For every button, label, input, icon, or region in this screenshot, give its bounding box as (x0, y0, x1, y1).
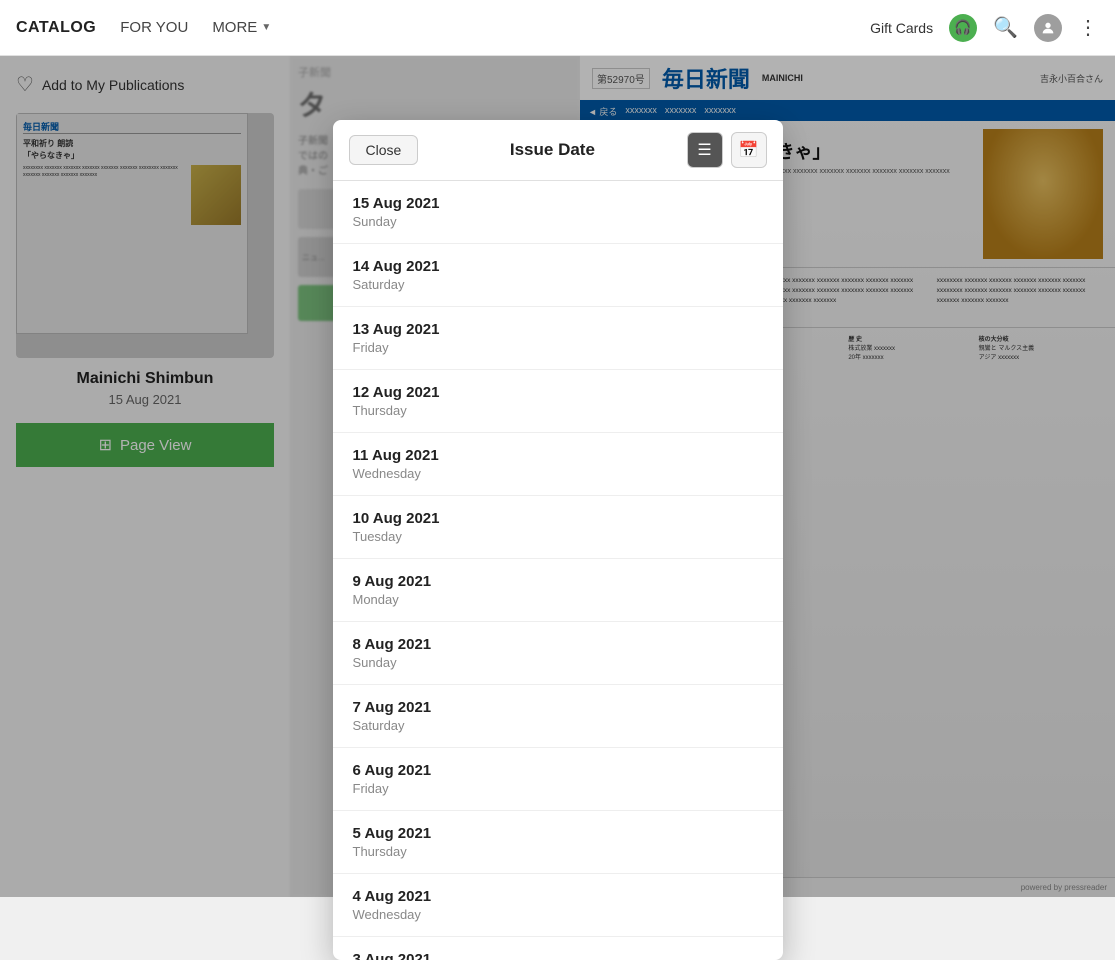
date-value: 5 Aug 2021 (353, 825, 763, 842)
date-value: 8 Aug 2021 (353, 636, 763, 653)
date-list-item[interactable]: 14 Aug 2021 Saturday (333, 244, 783, 307)
nav-for-you[interactable]: FOR YOU (120, 19, 188, 36)
day-value: Sunday (353, 655, 763, 670)
date-value: 11 Aug 2021 (353, 447, 763, 464)
date-list-item[interactable]: 9 Aug 2021 Monday (333, 559, 783, 622)
day-value: Wednesday (353, 466, 763, 481)
date-list-item[interactable]: 8 Aug 2021 Sunday (333, 622, 783, 685)
day-value: Monday (353, 592, 763, 607)
day-value: Tuesday (353, 529, 763, 544)
nav-catalog[interactable]: CATALOG (16, 19, 96, 37)
issue-date-modal: Close Issue Date ☰ 📅 15 Aug 2021 Sunday 14… (333, 120, 783, 960)
date-list-item[interactable]: 4 Aug 2021Wednesday (333, 874, 783, 937)
date-value: 13 Aug 2021 (353, 321, 763, 338)
day-value: Friday (353, 340, 763, 355)
navbar: CATALOG FOR YOU MORE ▼ Gift Cards 🎧 🔍 ⋮ (0, 0, 1115, 56)
date-list-item[interactable]: 10 Aug 2021 Tuesday (333, 496, 783, 559)
modal-body[interactable]: 15 Aug 2021 Sunday 14 Aug 2021 Saturday 13 A… (333, 181, 783, 960)
list-icon: ☰ (697, 140, 711, 160)
calendar-view-button[interactable]: 📅 (731, 132, 767, 168)
date-list-item[interactable]: 3 Aug 2021 (333, 937, 783, 960)
date-value: 14 Aug 2021 (353, 258, 763, 275)
day-value: Saturday (353, 718, 763, 733)
date-value: 3 Aug 2021 (353, 951, 763, 960)
headphone-icon: 🎧 (949, 14, 977, 42)
more-options-icon[interactable]: ⋮ (1078, 15, 1099, 40)
date-list-item[interactable]: 11 Aug 2021 Wednesday (333, 433, 783, 496)
chevron-down-icon: ▼ (261, 22, 271, 33)
date-list-item[interactable]: 7 Aug 2021 Saturday (333, 685, 783, 748)
close-button[interactable]: Close (349, 135, 419, 165)
list-view-button[interactable]: ☰ (687, 132, 723, 168)
modal-title: Issue Date (510, 140, 595, 160)
date-value: 9 Aug 2021 (353, 573, 763, 590)
main-content: ♡ Add to My Publications 毎日新聞 平和祈り 朗読「やら… (0, 56, 1115, 897)
modal-header: Close Issue Date ☰ 📅 (333, 120, 783, 181)
day-value: Sunday (353, 214, 763, 229)
modal-overlay: Close Issue Date ☰ 📅 15 Aug 2021 Sunday 14… (0, 56, 1115, 897)
date-value: 6 Aug 2021 (353, 762, 763, 779)
day-value: Thursday (353, 403, 763, 418)
date-value: 7 Aug 2021 (353, 699, 763, 716)
date-list-item[interactable]: 15 Aug 2021 Sunday (333, 181, 783, 244)
day-value: Saturday (353, 277, 763, 292)
date-value: 12 Aug 2021 (353, 384, 763, 401)
date-list-item[interactable]: 6 Aug 2021 Friday (333, 748, 783, 811)
modal-icon-buttons: ☰ 📅 (687, 132, 767, 168)
calendar-icon: 📅 (739, 140, 759, 160)
date-list-item[interactable]: 12 Aug 2021 Thursday (333, 370, 783, 433)
search-icon[interactable]: 🔍 (993, 15, 1018, 40)
date-value: 15 Aug 2021 (353, 195, 763, 212)
date-value: 10 Aug 2021 (353, 510, 763, 527)
date-list-item[interactable]: 5 Aug 2021 Thursday (333, 811, 783, 874)
day-value: Thursday (353, 844, 763, 859)
day-value: Friday (353, 781, 763, 796)
nav-gift-cards[interactable]: Gift Cards (870, 20, 933, 36)
user-icon[interactable] (1034, 14, 1062, 42)
nav-more[interactable]: MORE ▼ (212, 19, 271, 36)
date-list-item[interactable]: 13 Aug 2021 Friday (333, 307, 783, 370)
day-value: Wednesday (353, 907, 763, 922)
nav-right: Gift Cards 🎧 🔍 ⋮ (870, 14, 1099, 42)
